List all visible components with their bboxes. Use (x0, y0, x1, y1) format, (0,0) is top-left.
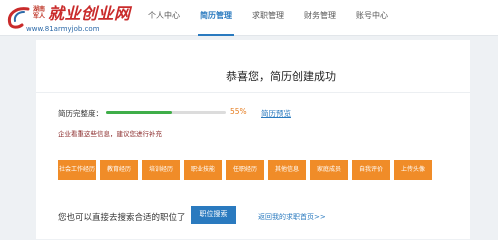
nav-item-resume-management[interactable]: 简历管理 (192, 0, 240, 36)
completion-progress-fill (106, 111, 172, 114)
logo-small-text: 湖南 军人 (30, 6, 48, 20)
nav-item-job-management[interactable]: 求职管理 (244, 0, 292, 36)
nav-item-personal-center[interactable]: 个人中心 (140, 0, 188, 36)
job-search-button[interactable]: 职位搜索 (191, 206, 236, 224)
section-button-self-evaluation[interactable]: 自我评价 (352, 160, 390, 180)
logo-small-line1: 湖南 (32, 6, 45, 13)
section-button-training[interactable]: 培训经历 (142, 160, 180, 180)
section-button-other-info[interactable]: 其他信息 (268, 160, 306, 180)
section-button-education[interactable]: 教育经历 (100, 160, 138, 180)
resume-success-card: 恭喜您，简历创建成功 简历完整度： 55% 简历预览 企业看重这些信息，建议您进… (36, 40, 470, 239)
site-logo[interactable]: 湖南 军人 就业创业网 www.81armyjob.com (6, 2, 141, 34)
nav-item-finance-management[interactable]: 财务管理 (296, 0, 344, 36)
section-button-positions[interactable]: 任职经历 (226, 160, 264, 180)
nav-item-account-center[interactable]: 账号中心 (348, 0, 396, 36)
supplement-hint: 企业看重这些信息，建议您进行补充 (58, 130, 162, 138)
resume-section-buttons: 社会工作经历 教育经历 培训经历 职业技能 任职经历 其他信息 家庭成员 自我评… (58, 160, 436, 180)
completion-percent: 55% (230, 107, 247, 116)
site-header: 湖南 军人 就业创业网 www.81armyjob.com 个人中心 简历管理 … (0, 0, 498, 36)
main-nav: 个人中心 简历管理 求职管理 财务管理 账号中心 (140, 0, 400, 36)
divider (36, 92, 470, 93)
logo-url-text: www.81armyjob.com (26, 25, 100, 33)
section-button-family[interactable]: 家庭成员 (310, 160, 348, 180)
completion-progress-bar (106, 111, 226, 114)
search-prompt: 您也可以直接去搜索合适的职位了 (58, 213, 186, 223)
resume-preview-link[interactable]: 简历预览 (261, 108, 291, 119)
logo-small-line2: 军人 (32, 13, 45, 20)
section-button-social-work[interactable]: 社会工作经历 (58, 160, 96, 180)
section-button-upload-avatar[interactable]: 上传头像 (394, 160, 432, 180)
completion-label: 简历完整度： (58, 109, 103, 118)
section-button-skills[interactable]: 职业技能 (184, 160, 222, 180)
back-to-job-home-link[interactable]: 返回我的求职首页>> (258, 212, 326, 222)
success-title: 恭喜您，简历创建成功 (226, 70, 336, 83)
logo-main-text: 就业创业网 (48, 4, 131, 23)
